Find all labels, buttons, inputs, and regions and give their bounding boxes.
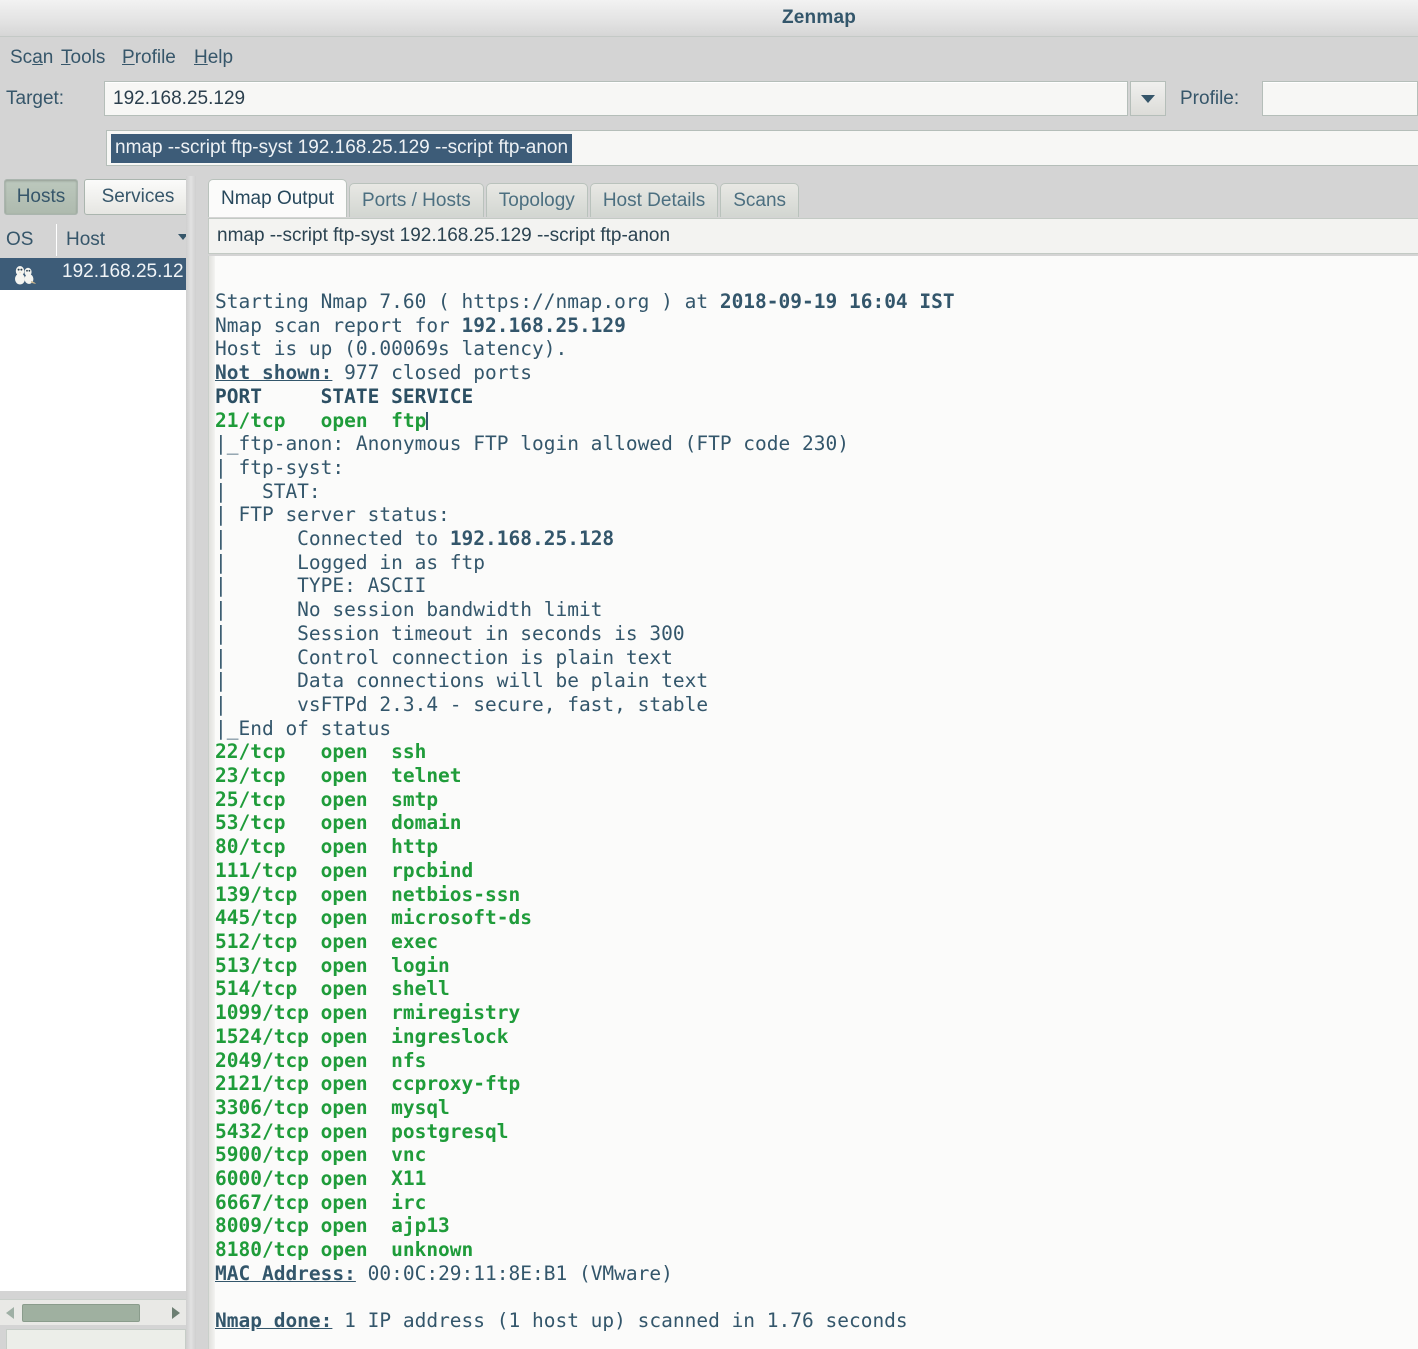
target-input[interactable]: 192.168.25.129: [104, 81, 1128, 116]
triangle-right-icon: [172, 1307, 180, 1319]
tab-topology[interactable]: Topology: [486, 183, 588, 217]
menu-bar: Scan Tools Profile Help: [0, 37, 1418, 75]
command-echo-field[interactable]: nmap --script ftp-syst 192.168.25.129 --…: [208, 218, 1418, 254]
host-list-item-label: 192.168.25.12: [62, 261, 184, 283]
column-header-os[interactable]: OS: [6, 229, 33, 251]
profile-input[interactable]: [1262, 81, 1418, 116]
services-button[interactable]: Services: [84, 179, 192, 215]
tab-nmap-output[interactable]: Nmap Output: [208, 179, 347, 217]
triangle-left-icon: [6, 1307, 14, 1319]
scroll-left-button[interactable]: [0, 1300, 20, 1326]
hosts-button[interactable]: Hosts: [4, 179, 78, 215]
title-bar: Zenmap: [0, 0, 1418, 37]
command-input-value: nmap --script ftp-syst 192.168.25.129 --…: [111, 134, 572, 163]
command-row: Command: nmap --script ftp-syst 192.168.…: [0, 125, 1418, 171]
hosts-services-toggle: Hosts Services: [0, 176, 196, 218]
target-dropdown-button[interactable]: [1130, 81, 1166, 116]
menu-tools[interactable]: Tools: [57, 45, 109, 71]
host-list-horizontal-scrollbar[interactable]: [0, 1299, 186, 1325]
menu-help[interactable]: Help: [190, 45, 237, 71]
zenmap-window: Zenmap Scan Tools Profile Help Target: 1…: [0, 0, 1418, 1349]
tab-bar: Nmap Output Ports / Hosts Topology Host …: [208, 181, 801, 217]
nmap-output-text: Starting Nmap 7.60 ( https://nmap.org ) …: [215, 290, 1418, 1349]
pane-splitter[interactable]: [186, 176, 196, 1349]
scrollbar-thumb[interactable]: [22, 1304, 140, 1322]
target-input-value: 192.168.25.129: [113, 88, 245, 110]
host-list-item[interactable]: 192.168.25.12: [0, 258, 196, 290]
chevron-down-icon: [1141, 95, 1155, 103]
window-title: Zenmap: [220, 7, 1418, 29]
hosts-panel: Hosts Services OS Host: [0, 176, 196, 1349]
column-header-host[interactable]: Host: [66, 229, 105, 251]
host-list[interactable]: 192.168.25.12: [0, 258, 196, 1291]
profile-label: Profile:: [1180, 88, 1239, 110]
tab-host-details[interactable]: Host Details: [590, 183, 718, 217]
nmap-output-area[interactable]: Starting Nmap 7.60 ( https://nmap.org ) …: [208, 256, 1418, 1349]
command-echo-value: nmap --script ftp-syst 192.168.25.129 --…: [217, 225, 670, 247]
tab-scans[interactable]: Scans: [720, 183, 799, 217]
host-list-header: OS Host: [0, 222, 196, 258]
target-label: Target:: [6, 88, 64, 110]
scroll-right-button[interactable]: [166, 1300, 186, 1326]
output-panel: Nmap Output Ports / Hosts Topology Host …: [200, 176, 1418, 1349]
host-filter-box[interactable]: [6, 1329, 186, 1349]
linux-penguin-icon: [12, 263, 36, 285]
tab-ports-hosts[interactable]: Ports / Hosts: [349, 183, 484, 217]
target-profile-row: Target: 192.168.25.129 Profile:: [0, 75, 1418, 125]
menu-profile[interactable]: Profile: [118, 45, 180, 71]
menu-scan[interactable]: Scan: [6, 45, 57, 71]
command-input[interactable]: nmap --script ftp-syst 192.168.25.129 --…: [106, 130, 1418, 166]
text-caret: [426, 412, 428, 430]
